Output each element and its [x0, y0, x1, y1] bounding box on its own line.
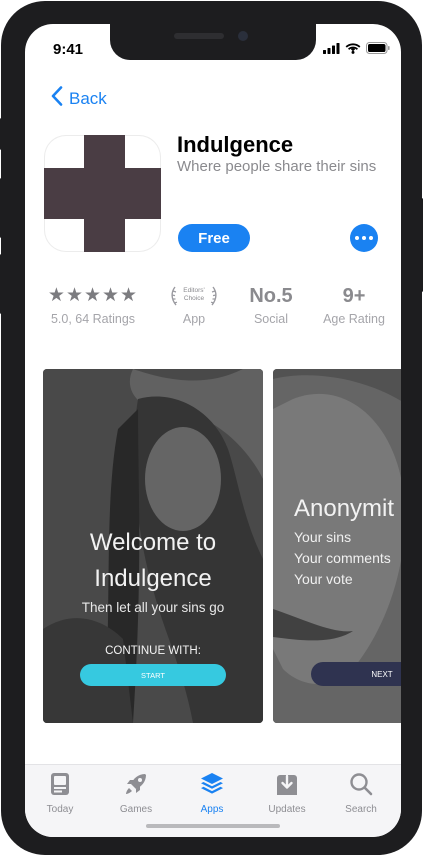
ratings-count: 5.0, 64 Ratings — [50, 312, 136, 326]
tab-games[interactable]: Games — [101, 771, 171, 815]
today-icon — [47, 773, 73, 801]
front-camera — [238, 31, 248, 41]
anon-item: Your vote — [294, 571, 353, 587]
mute-switch — [0, 118, 3, 150]
tab-label: Apps — [200, 804, 224, 815]
laurel-badge: Editors' Choice — [159, 282, 229, 310]
speaker-grille — [174, 33, 224, 39]
tab-label: Games — [119, 804, 153, 815]
age-rating-label: Age Rating — [323, 312, 385, 326]
welcome-heading: Welcome to Indulgence — [43, 525, 263, 597]
home-indicator[interactable] — [146, 824, 280, 828]
star-rating-icon: ★★★★★ — [47, 285, 139, 306]
rocket-icon — [123, 774, 149, 801]
ellipsis-dot — [362, 236, 366, 240]
info-row: ★★★★★ 5.0, 64 Ratings Editors' Choice Ap… — [25, 282, 401, 332]
signal-icon — [323, 41, 340, 59]
screenshot-1[interactable]: Welcome to Indulgence Then let all your … — [43, 369, 263, 723]
ellipsis-dot — [369, 236, 373, 240]
ratings-info[interactable]: ★★★★★ 5.0, 64 Ratings — [43, 282, 143, 326]
editors-choice-label: Editors' Choice — [183, 287, 205, 302]
tab-today[interactable]: Today — [25, 771, 95, 815]
age-rating-value: 9+ — [342, 285, 366, 307]
shot-tagline: Then let all your sins go — [81, 600, 225, 615]
rank-info[interactable]: No.5 Social — [236, 282, 306, 326]
download-icon — [274, 774, 300, 801]
anon-item: Your sins — [294, 529, 352, 545]
layers-icon — [199, 773, 225, 801]
rank-value: No.5 — [249, 285, 293, 307]
next-button: NEXT — [311, 662, 401, 686]
tab-search[interactable]: Search — [326, 771, 396, 815]
welcome-line-2: Indulgence — [94, 565, 212, 592]
editors-choice-info: Editors' Choice App — [159, 282, 229, 326]
app-subtitle: Where people share their sins — [177, 158, 377, 175]
chevron-left-icon — [51, 86, 69, 111]
app-store-screen: 9:41 Back Indulgence Where people share … — [25, 24, 401, 837]
battery-icon — [366, 41, 390, 59]
app-title: Indulgence — [177, 132, 294, 157]
more-options-button[interactable] — [350, 224, 378, 252]
anon-item: Your comments — [294, 550, 391, 566]
continue-label: CONTINUE WITH: — [105, 645, 201, 657]
tab-label: Today — [46, 804, 74, 815]
ellipsis-icon — [355, 236, 359, 240]
get-button[interactable]: Free — [178, 224, 250, 252]
age-rating-info: 9+ Age Rating — [319, 282, 389, 326]
rank-category: Social — [253, 312, 289, 326]
volume-up-button — [0, 178, 3, 238]
tab-apps[interactable]: Apps — [177, 771, 247, 815]
anonymity-heading: Anonymit — [294, 495, 395, 522]
volume-down-button — [0, 254, 3, 314]
app-icon — [44, 135, 161, 252]
search-icon — [348, 773, 374, 801]
status-icons — [323, 41, 390, 59]
tab-updates[interactable]: Updates — [252, 771, 322, 815]
phone-frame: 9:41 Back Indulgence Where people share … — [1, 1, 422, 855]
back-button[interactable]: Back — [51, 86, 107, 111]
cross-icon — [44, 135, 161, 252]
screenshot-2[interactable]: Anonymit Your sins Your comments Your vo… — [273, 369, 401, 723]
tab-label: Search — [345, 804, 377, 815]
back-label: Back — [69, 88, 107, 108]
status-time: 9:41 — [53, 41, 84, 58]
welcome-line-1: Welcome to — [89, 529, 217, 556]
tab-label: Updates — [268, 804, 306, 815]
notch — [110, 24, 316, 60]
start-button: START — [80, 664, 226, 686]
wifi-icon — [345, 41, 361, 59]
editors-choice-sub: App — [182, 312, 206, 326]
